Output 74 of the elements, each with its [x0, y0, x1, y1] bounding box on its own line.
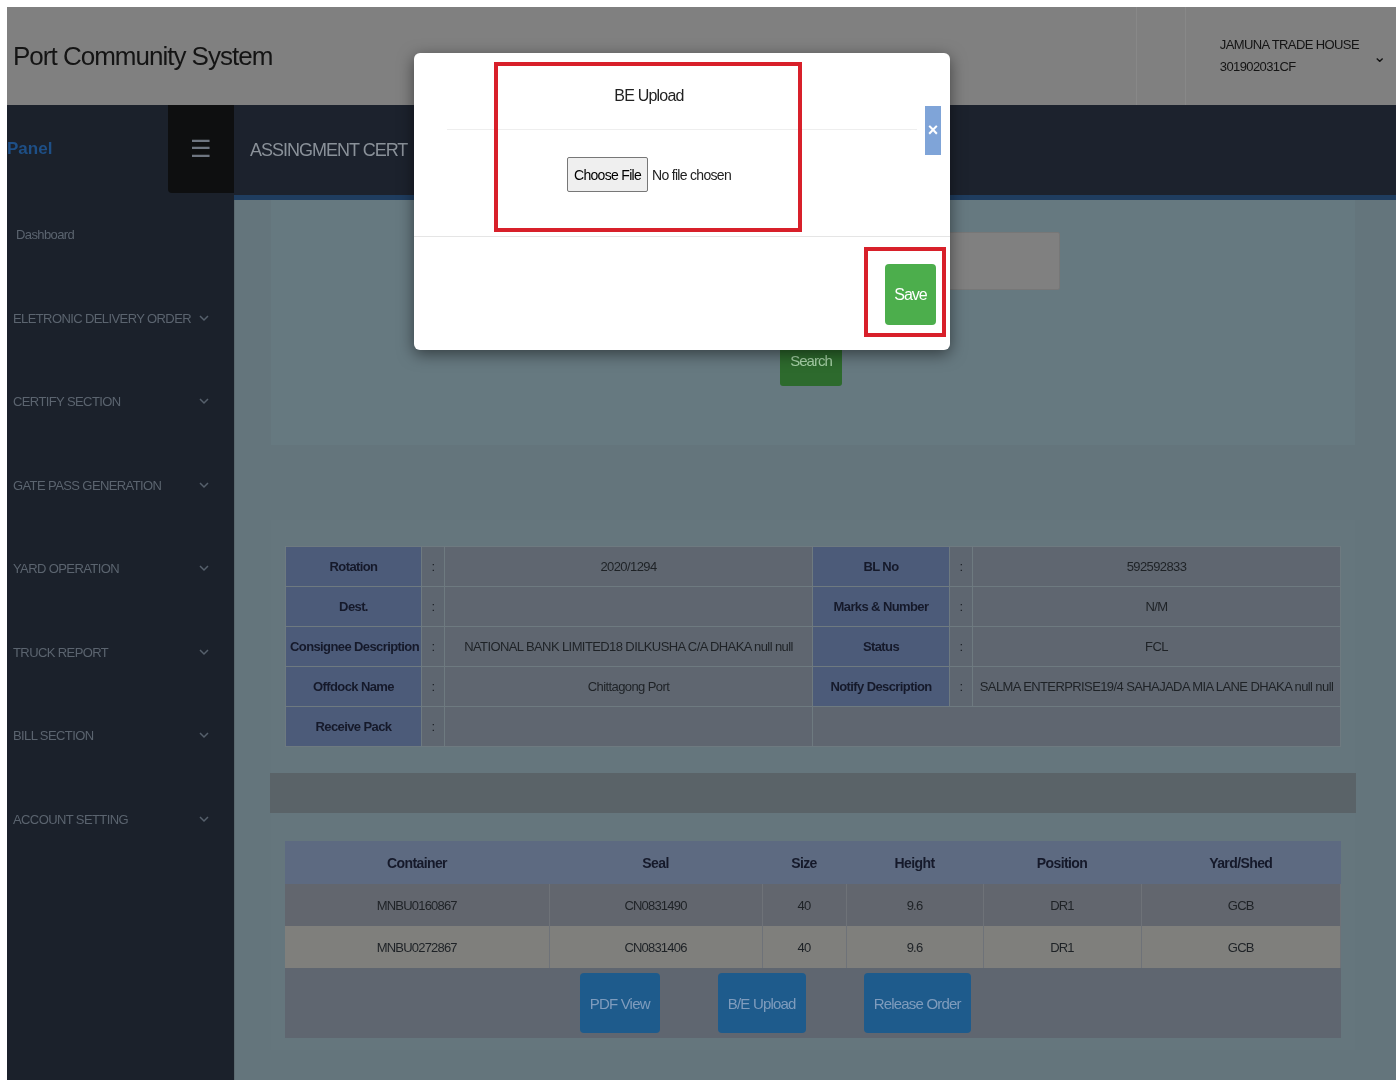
chevron-down-icon	[199, 314, 209, 322]
field-value: 592592833	[972, 546, 1341, 587]
chevron-down-icon	[199, 648, 209, 656]
table-cell: MNBU0160867	[285, 884, 549, 926]
colon-text: :	[959, 639, 963, 654]
close-button[interactable]: ×	[925, 106, 941, 155]
field-label: Rotation	[285, 546, 422, 587]
column-header: Height	[846, 841, 983, 884]
table-cell: 9.6	[846, 926, 983, 968]
colon-text: :	[431, 599, 435, 614]
field-label: Consignee Description	[285, 626, 422, 667]
app-title: Port Community System	[13, 40, 274, 72]
field-value: Chittagong Port	[444, 666, 813, 707]
field-label: Notify Description	[812, 666, 950, 707]
table-cell: CN0831406	[549, 926, 762, 968]
table-cell: DR1	[983, 926, 1141, 968]
column-header: Size	[762, 841, 846, 884]
sidebar-item[interactable]: BILL SECTION	[7, 694, 234, 778]
chevron-down-icon	[199, 732, 209, 740]
file-status: No file chosen	[652, 166, 731, 183]
table-cell: DR1	[983, 884, 1141, 926]
file-input[interactable]: Choose File No file chosen	[567, 157, 731, 192]
dropdown-caret[interactable]: ⌄	[1373, 46, 1386, 66]
chevron-down-icon	[199, 565, 209, 573]
column-header: Position	[983, 841, 1141, 884]
table-cell: GCB	[1141, 884, 1341, 926]
colon-text: :	[959, 559, 963, 574]
sidebar-item[interactable]: YARD OPERATION	[7, 527, 234, 611]
chevron-down-icon	[199, 398, 209, 406]
colon-text: :	[959, 679, 963, 694]
table-cell: GCB	[1141, 926, 1341, 968]
field-value: N/M	[972, 586, 1341, 627]
field-label: Offdock Name	[285, 666, 422, 707]
dialog-title: BE Upload	[614, 87, 684, 105]
sidebar-item[interactable]: CERTIFY SECTION	[7, 360, 234, 444]
field-label: Marks & Number	[812, 586, 950, 627]
table-cell: CN0831490	[549, 884, 762, 926]
column-header: Yard/Shed	[1141, 841, 1341, 884]
choose-file-button[interactable]: Choose File	[567, 157, 649, 192]
field-value: 2020/1294	[444, 546, 813, 587]
action-button[interactable]: Release Order	[863, 973, 971, 1033]
sidebar-item[interactable]: TRUCK REPORT	[7, 610, 234, 694]
action-button[interactable]: B/E Upload	[717, 973, 806, 1033]
colon-text: :	[431, 719, 435, 734]
field-label: Dest.	[285, 586, 422, 627]
column-header: Container	[285, 841, 549, 884]
chevron-down-icon	[199, 815, 209, 823]
colon-text: :	[431, 559, 435, 574]
table-cell: 40	[762, 884, 846, 926]
table-cell: 9.6	[846, 884, 983, 926]
sidebar-item[interactable]: GATE PASS GENERATION	[7, 443, 234, 527]
user-code: 301902031CF	[1219, 58, 1297, 76]
panel-label: Panel	[7, 139, 53, 159]
chevron-down-icon	[199, 481, 209, 489]
field-label: Status	[812, 626, 950, 667]
field-label: BL No	[812, 546, 950, 587]
colon-text: :	[431, 639, 435, 654]
sidebar-item[interactable]: Dashboard	[7, 193, 234, 277]
field-value: FCL	[972, 626, 1341, 667]
field-value: NATIONAL BANK LIMITED18 DILKUSHA C/A DHAKA null null	[444, 626, 813, 667]
user-name: JAMUNA TRADE HOUSE	[1219, 36, 1359, 54]
table-cell: 40	[762, 926, 846, 968]
save-button[interactable]: Save	[885, 264, 936, 325]
sidebar-item[interactable]: ACCOUNT SETTING	[7, 777, 234, 861]
colon-text: :	[959, 599, 963, 614]
menu-toggle-button[interactable]: ☰	[168, 105, 234, 193]
sidebar-item[interactable]: ELETRONIC DELIVERY ORDER	[7, 276, 234, 360]
table-cell: MNBU0272867	[285, 926, 549, 968]
action-button[interactable]: PDF View	[579, 973, 660, 1033]
page-title: ASSINGMENT CERT	[250, 139, 408, 161]
column-header: Seal	[549, 841, 762, 884]
field-label: Receive Pack	[285, 706, 422, 747]
colon-text: :	[431, 679, 435, 694]
field-value: SALMA ENTERPRISE19/4 SAHAJADA MIA LANE DHAKA null null	[972, 666, 1341, 707]
